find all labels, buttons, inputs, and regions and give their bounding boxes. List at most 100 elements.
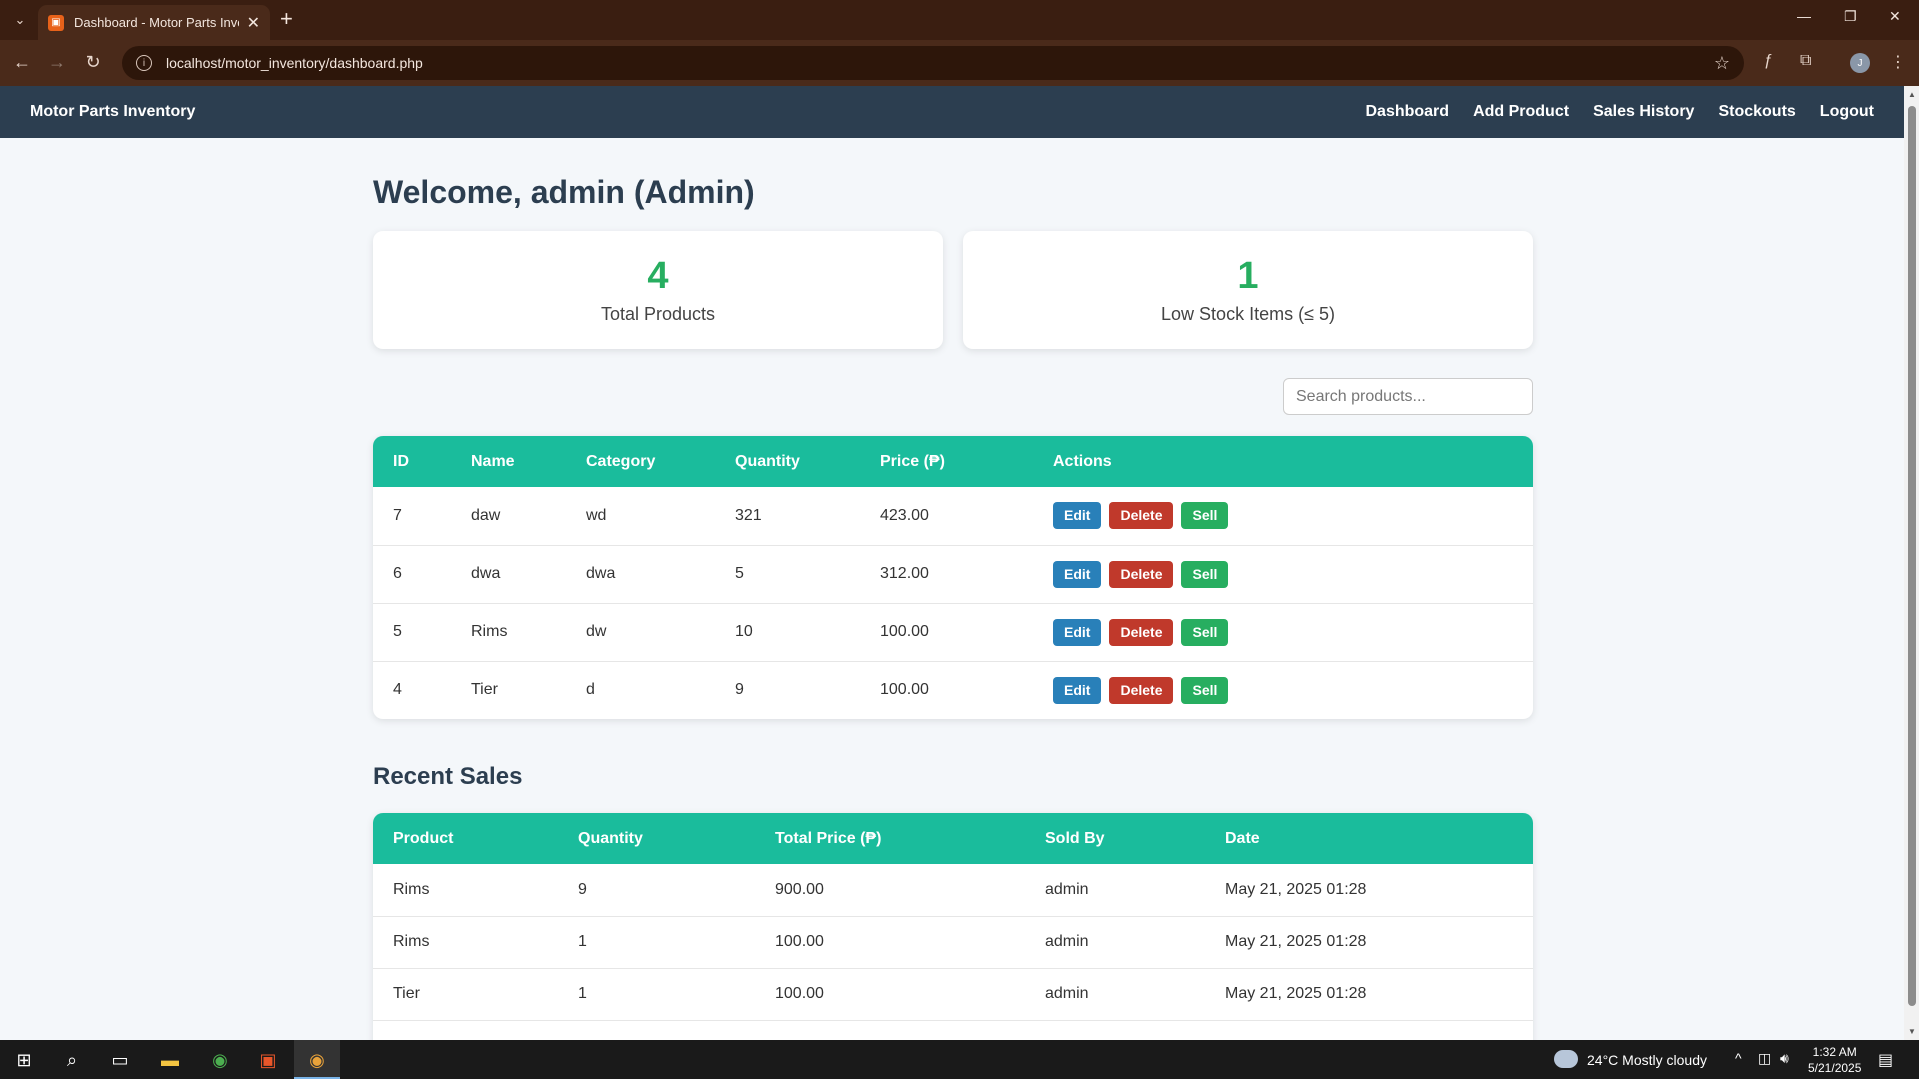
cell-category: wd <box>566 487 715 546</box>
page-scrollbar[interactable]: ▲ ▼ <box>1904 86 1919 1040</box>
cell-name: dwa <box>451 545 566 604</box>
file-explorer-icon[interactable]: ▬ <box>158 1048 182 1072</box>
edit-button[interactable]: Edit <box>1053 618 1102 646</box>
clock-time: 1:32 AM <box>1812 1045 1857 1059</box>
system-clock[interactable]: 1:32 AM 5/21/2025 <box>1808 1044 1861 1076</box>
cell-category: dw <box>566 603 715 662</box>
cell-quantity: 321 <box>715 487 860 546</box>
cell-actions: Edit Delete Sell <box>1033 545 1533 604</box>
col-category[interactable]: Category <box>566 436 715 487</box>
volume-icon[interactable]: 🔊︎ <box>1780 1050 1789 1067</box>
recent-sales-heading: Recent Sales <box>373 763 523 790</box>
url-text: localhost/motor_inventory/dashboard.php <box>166 55 423 71</box>
windows-start-icon[interactable]: ⊞ <box>12 1048 36 1072</box>
sales-table: Product Quantity Total Price (₱) Sold By… <box>373 813 1533 1072</box>
products-table: ID Name Category Quantity Price (₱) Acti… <box>373 436 1533 719</box>
tab-title: Dashboard - Motor Parts Invent <box>74 15 239 30</box>
table-row: Tier 1 100.00 admin May 21, 2025 01:28 <box>373 968 1533 1021</box>
sales-header-row: Product Quantity Total Price (₱) Sold By… <box>373 813 1533 864</box>
browser-tab-bar: ⌄ ▣ Dashboard - Motor Parts Invent ✕ + —… <box>0 0 1919 40</box>
nav-stockouts-link[interactable]: Stockouts <box>1718 103 1795 121</box>
scroll-up-icon[interactable]: ▲ <box>1908 90 1916 99</box>
network-icon[interactable]: ◫ <box>1758 1050 1771 1067</box>
main-content: Welcome, admin (Admin) 4 Total Products … <box>373 138 1533 1072</box>
scroll-down-icon[interactable]: ▼ <box>1908 1027 1916 1036</box>
sell-button[interactable]: Sell <box>1181 676 1229 704</box>
cell-product: Rims <box>373 916 558 969</box>
col-quantity[interactable]: Quantity <box>715 436 860 487</box>
restore-icon[interactable]: ❐ <box>1844 8 1857 25</box>
os-taskbar: ⊞ ⌕ ▭ ▬ ◉ ▣ ◉ 24°C Mostly cloudy ^ ◫ 🔊︎ … <box>0 1040 1919 1079</box>
tab-close-icon[interactable]: ✕ <box>247 13 260 33</box>
table-row: 7 daw wd 321 423.00 Edit Delete Sell <box>373 487 1533 546</box>
cell-quantity: 10 <box>715 603 860 662</box>
col-id[interactable]: ID <box>373 436 451 487</box>
bookmark-star-icon[interactable]: ☆ <box>1714 53 1730 74</box>
cell-sold-by: admin <box>1025 864 1205 917</box>
scroll-thumb[interactable] <box>1908 106 1916 1006</box>
col-product: Product <box>393 829 454 847</box>
cell-actions: Edit Delete Sell <box>1033 661 1533 719</box>
edit-button[interactable]: Edit <box>1053 676 1102 704</box>
weather-cloud-icon[interactable] <box>1554 1050 1578 1068</box>
low-stock-card: 1 Low Stock Items (≤ 5) <box>963 231 1533 349</box>
notifications-icon[interactable]: ▤ <box>1878 1050 1893 1070</box>
delete-button[interactable]: Delete <box>1109 676 1174 704</box>
chrome-icon[interactable]: ◉ <box>208 1048 232 1072</box>
nav-sales-history-link[interactable]: Sales History <box>1593 103 1694 121</box>
browser-toolbar: ← → ↻ i localhost/motor_inventory/dashbo… <box>0 40 1919 86</box>
col-actions: Actions <box>1053 452 1112 470</box>
edit-button[interactable]: Edit <box>1053 560 1102 588</box>
cell-quantity: 1 <box>558 968 755 1021</box>
new-tab-icon[interactable]: + <box>280 8 293 30</box>
low-stock-value: 1 <box>1237 255 1259 297</box>
nav-logout-link[interactable]: Logout <box>1820 103 1874 121</box>
delete-button[interactable]: Delete <box>1109 560 1174 588</box>
nav-dashboard-link[interactable]: Dashboard <box>1365 103 1449 121</box>
address-bar[interactable]: i localhost/motor_inventory/dashboard.ph… <box>122 46 1744 80</box>
cell-date: May 21, 2025 01:28 <box>1205 916 1533 969</box>
sales-table-container: Product Quantity Total Price (₱) Sold By… <box>373 813 1533 1072</box>
delete-button[interactable]: Delete <box>1109 618 1174 646</box>
chrome-profile-icon[interactable]: ◉ <box>305 1048 329 1072</box>
sell-button[interactable]: Sell <box>1181 618 1229 646</box>
cell-date: May 21, 2025 01:28 <box>1205 968 1533 1021</box>
cell-name: daw <box>451 487 566 546</box>
products-header-row: ID Name Category Quantity Price (₱) Acti… <box>373 436 1533 487</box>
col-price[interactable]: Price (₱) <box>860 436 1033 487</box>
col-sale-quantity: Quantity <box>578 829 643 847</box>
clock-date: 5/21/2025 <box>1808 1061 1862 1075</box>
cell-id: 6 <box>373 545 451 604</box>
cell-actions: Edit Delete Sell <box>1033 487 1533 546</box>
weather-text[interactable]: 24°C Mostly cloudy <box>1587 1052 1707 1068</box>
tab-search-chevron-icon[interactable]: ⌄ <box>8 8 32 32</box>
delete-button[interactable]: Delete <box>1109 502 1174 530</box>
font-extension-icon[interactable]: ƒ <box>1764 52 1773 70</box>
col-name[interactable]: Name <box>451 436 566 487</box>
edit-button[interactable]: Edit <box>1053 502 1102 530</box>
table-row: Rims 9 900.00 admin May 21, 2025 01:28 <box>373 864 1533 917</box>
extensions-puzzle-icon[interactable]: ⧉ <box>1800 52 1811 70</box>
profile-avatar[interactable]: J <box>1850 53 1870 73</box>
minimize-icon[interactable]: — <box>1797 8 1811 24</box>
cell-date: May 21, 2025 01:28 <box>1205 864 1533 917</box>
reload-icon[interactable]: ↻ <box>82 52 104 73</box>
tray-overflow-icon[interactable]: ^ <box>1735 1050 1742 1066</box>
search-input[interactable] <box>1283 378 1533 415</box>
cell-product: Tier <box>373 968 558 1021</box>
sell-button[interactable]: Sell <box>1181 560 1229 588</box>
browser-tab[interactable]: ▣ Dashboard - Motor Parts Invent ✕ <box>38 5 270 40</box>
cell-category: d <box>586 681 595 699</box>
site-info-icon[interactable]: i <box>136 55 152 71</box>
col-sold-by: Sold By <box>1045 829 1105 847</box>
task-view-icon[interactable]: ▭ <box>108 1048 132 1072</box>
cell-id: 5 <box>373 603 451 662</box>
office-app-icon[interactable]: ▣ <box>256 1048 280 1072</box>
back-icon[interactable]: ← <box>11 52 33 73</box>
sell-button[interactable]: Sell <box>1181 502 1229 530</box>
forward-icon[interactable]: → <box>46 52 68 73</box>
close-window-icon[interactable]: ✕ <box>1889 8 1901 25</box>
nav-add-product-link[interactable]: Add Product <box>1473 103 1569 121</box>
search-icon[interactable]: ⌕ <box>60 1048 84 1072</box>
browser-menu-icon[interactable]: ⋮ <box>1890 52 1906 72</box>
